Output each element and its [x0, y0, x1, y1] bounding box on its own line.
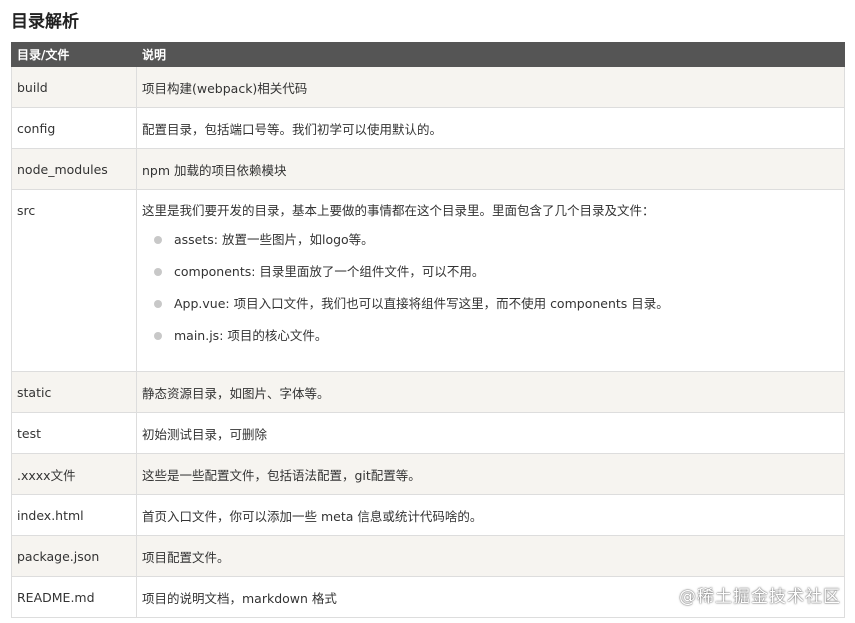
table-row: node_modules npm 加载的项目依赖模块	[11, 148, 845, 190]
row-name-cell: index.html	[11, 494, 137, 536]
row-name-cell: src	[11, 189, 137, 372]
row-description-cell: 项目构建(webpack)相关代码	[136, 66, 845, 108]
list-item-text: assets: 放置一些图片，如logo等。	[174, 232, 374, 247]
column-header-description: 说明	[136, 42, 845, 67]
row-name-cell: node_modules	[11, 148, 137, 190]
row-name-cell: build	[11, 66, 137, 108]
row-name-cell: static	[11, 371, 137, 413]
list-item-text: main.js: 项目的核心文件。	[174, 328, 328, 343]
row-description-cell: 这里是我们要开发的目录，基本上要做的事情都在这个目录里。里面包含了几个目录及文件…	[136, 189, 845, 372]
list-item-text: App.vue: 项目入口文件，我们也可以直接将组件写这里，而不使用 compo…	[174, 296, 669, 311]
row-description-cell: 配置目录，包括端口号等。我们初学可以使用默认的。	[136, 107, 845, 149]
src-file-list: assets: 放置一些图片，如logo等。 components: 目录里面放…	[142, 232, 839, 360]
table-header-row: 目录/文件 说明	[11, 42, 845, 67]
table-row: build 项目构建(webpack)相关代码	[11, 66, 845, 108]
list-item-text: components: 目录里面放了一个组件文件，可以不用。	[174, 264, 485, 279]
table-row: .xxxx文件 这些是一些配置文件，包括语法配置，git配置等。	[11, 453, 845, 495]
table-row: config 配置目录，包括端口号等。我们初学可以使用默认的。	[11, 107, 845, 149]
row-name-cell: .xxxx文件	[11, 453, 137, 495]
column-header-name: 目录/文件	[11, 42, 137, 67]
table-row-src: src 这里是我们要开发的目录，基本上要做的事情都在这个目录里。里面包含了几个目…	[11, 189, 845, 372]
row-description-cell: 静态资源目录，如图片、字体等。	[136, 371, 845, 413]
src-intro-text: 这里是我们要开发的目录，基本上要做的事情都在这个目录里。里面包含了几个目录及文件…	[142, 203, 655, 218]
row-description-cell: 首页入口文件，你可以添加一些 meta 信息或统计代码啥的。	[136, 494, 845, 536]
bullet-dot-icon	[154, 300, 162, 308]
table-row: package.json 项目配置文件。	[11, 535, 845, 577]
table-row: static 静态资源目录，如图片、字体等。	[11, 371, 845, 413]
row-description-cell: 项目配置文件。	[136, 535, 845, 577]
list-item: components: 目录里面放了一个组件文件，可以不用。	[154, 264, 839, 296]
list-item: main.js: 项目的核心文件。	[154, 328, 839, 360]
table-row: index.html 首页入口文件，你可以添加一些 meta 信息或统计代码啥的…	[11, 494, 845, 536]
row-name-cell: README.md	[11, 576, 137, 618]
bullet-dot-icon	[154, 268, 162, 276]
table-row: test 初始测试目录，可删除	[11, 412, 845, 454]
row-name-cell: config	[11, 107, 137, 149]
row-name-cell: test	[11, 412, 137, 454]
page-title: 目录解析	[11, 12, 79, 32]
bullet-dot-icon	[154, 236, 162, 244]
list-item: App.vue: 项目入口文件，我们也可以直接将组件写这里，而不使用 compo…	[154, 296, 839, 328]
row-description-cell: npm 加载的项目依赖模块	[136, 148, 845, 190]
watermark: @稀土掘金技术社区	[679, 587, 841, 607]
bullet-dot-icon	[154, 332, 162, 340]
row-name-cell: package.json	[11, 535, 137, 577]
list-item: assets: 放置一些图片，如logo等。	[154, 232, 839, 264]
row-description-cell: 初始测试目录，可删除	[136, 412, 845, 454]
directory-table: 目录/文件 说明 build 项目构建(webpack)相关代码 config …	[11, 42, 845, 618]
row-description-cell: 这些是一些配置文件，包括语法配置，git配置等。	[136, 453, 845, 495]
